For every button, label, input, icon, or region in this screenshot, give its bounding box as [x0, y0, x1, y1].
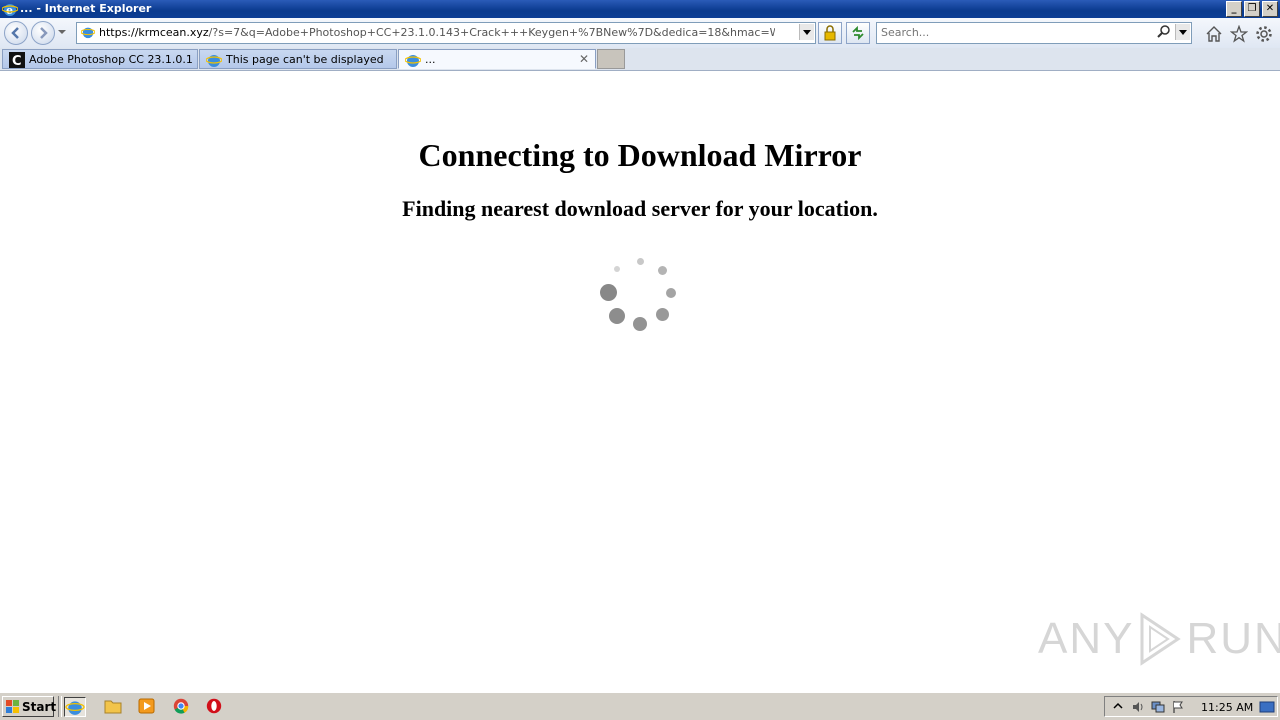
- close-window-button[interactable]: ✕: [1262, 1, 1278, 17]
- anyrun-watermark: ANY RUN: [1038, 611, 1280, 667]
- taskbar-separator: [58, 696, 62, 717]
- volume-icon[interactable]: [1131, 700, 1145, 714]
- forward-arrow-icon: [40, 27, 48, 39]
- taskbar-media-player-button[interactable]: [137, 697, 159, 717]
- spinner-dot: [637, 258, 644, 265]
- home-icon[interactable]: [1205, 25, 1223, 43]
- tab-label: This page can't be displayed: [226, 53, 384, 66]
- address-url[interactable]: https://krmcean.xyz/?s=7&q=Adobe+Photosh…: [99, 26, 775, 39]
- folder-icon: [104, 700, 122, 714]
- clock[interactable]: 11:25 AM: [1201, 701, 1253, 714]
- taskbar-chrome-button[interactable]: [171, 697, 193, 717]
- close-tab-icon[interactable]: ✕: [579, 52, 589, 66]
- tab-label: Adobe Photoshop CC 23.1.0.14...: [29, 53, 193, 66]
- back-button[interactable]: [4, 21, 28, 45]
- spinner-dot: [600, 284, 617, 301]
- svg-text:C: C: [12, 54, 22, 68]
- minimize-button[interactable]: _: [1226, 1, 1242, 17]
- tab-page-cant-be-displayed[interactable]: This page can't be displayed: [199, 49, 397, 69]
- search-input[interactable]: [879, 24, 1151, 40]
- spinner-dot: [656, 308, 669, 321]
- security-lock-button[interactable]: [818, 22, 842, 44]
- opera-icon: [206, 698, 222, 714]
- play-logo-icon: [1140, 612, 1182, 666]
- refresh-button[interactable]: [846, 22, 870, 44]
- tab-label: ...: [425, 53, 436, 66]
- search-box[interactable]: [876, 22, 1192, 44]
- address-bar[interactable]: https://krmcean.xyz/?s=7&q=Adobe+Photosh…: [76, 22, 816, 44]
- favorites-star-icon[interactable]: [1230, 25, 1248, 43]
- title-bar: e ... - Internet Explorer _ ❐ ✕: [0, 0, 1280, 18]
- spinner-dot: [633, 317, 647, 331]
- taskbar-ie-button[interactable]: [64, 697, 86, 717]
- page-content: Connecting to Download Mirror Finding ne…: [0, 71, 1280, 692]
- refresh-icon: [852, 25, 864, 41]
- chevron-down-icon: [803, 30, 811, 35]
- tab-current[interactable]: ... ✕: [398, 49, 596, 69]
- start-label: Start: [22, 700, 57, 714]
- spinner-dot: [658, 266, 667, 275]
- ie-page-icon: [405, 55, 421, 67]
- internet-explorer-icon: e: [2, 4, 18, 17]
- search-icon[interactable]: [1157, 25, 1171, 39]
- internet-explorer-icon: [65, 701, 85, 715]
- page-title: Connecting to Download Mirror: [418, 137, 862, 173]
- taskbar: Start 11:25 AM: [0, 692, 1280, 720]
- spinner-dot: [609, 308, 625, 324]
- spinner-dot: [614, 266, 620, 272]
- lock-icon: [824, 25, 836, 41]
- new-tab-button[interactable]: [597, 49, 625, 69]
- search-dropdown-button[interactable]: [1175, 24, 1190, 40]
- tab-photoshop[interactable]: C Adobe Photoshop CC 23.1.0.14...: [2, 49, 198, 69]
- taskbar-opera-button[interactable]: [204, 697, 226, 717]
- window-title: ... - Internet Explorer: [20, 2, 152, 15]
- taskbar-explorer-button[interactable]: [103, 697, 125, 717]
- back-arrow-icon: [11, 27, 19, 39]
- page-subtitle: Finding nearest download server for your…: [402, 196, 878, 221]
- spinner-dot: [666, 288, 676, 298]
- ie-page-icon: [206, 55, 222, 67]
- chevron-down-icon: [1179, 30, 1187, 35]
- media-player-icon: [138, 698, 155, 714]
- tab-bar: C Adobe Photoshop CC 23.1.0.14... This p…: [0, 48, 1280, 71]
- show-desktop-icon[interactable]: [1259, 700, 1275, 714]
- show-hidden-icons-icon[interactable]: [1111, 700, 1125, 714]
- navigation-bar: https://krmcean.xyz/?s=7&q=Adobe+Photosh…: [0, 18, 1280, 48]
- site-c-icon: C: [9, 52, 25, 68]
- start-button[interactable]: Start: [2, 696, 57, 717]
- restore-button[interactable]: ❐: [1244, 1, 1260, 17]
- gear-icon[interactable]: [1255, 25, 1273, 43]
- page-ie-icon: [81, 27, 95, 39]
- loading-spinner: [594, 256, 686, 348]
- system-tray: 11:25 AM: [1104, 696, 1278, 717]
- address-dropdown-button[interactable]: [799, 24, 814, 40]
- action-center-flag-icon[interactable]: [1171, 700, 1185, 714]
- windows-logo-icon: [6, 700, 19, 713]
- forward-button[interactable]: [31, 21, 55, 45]
- network-icon[interactable]: [1151, 700, 1165, 714]
- chrome-icon: [173, 698, 189, 714]
- history-dropdown-icon[interactable]: [58, 28, 66, 36]
